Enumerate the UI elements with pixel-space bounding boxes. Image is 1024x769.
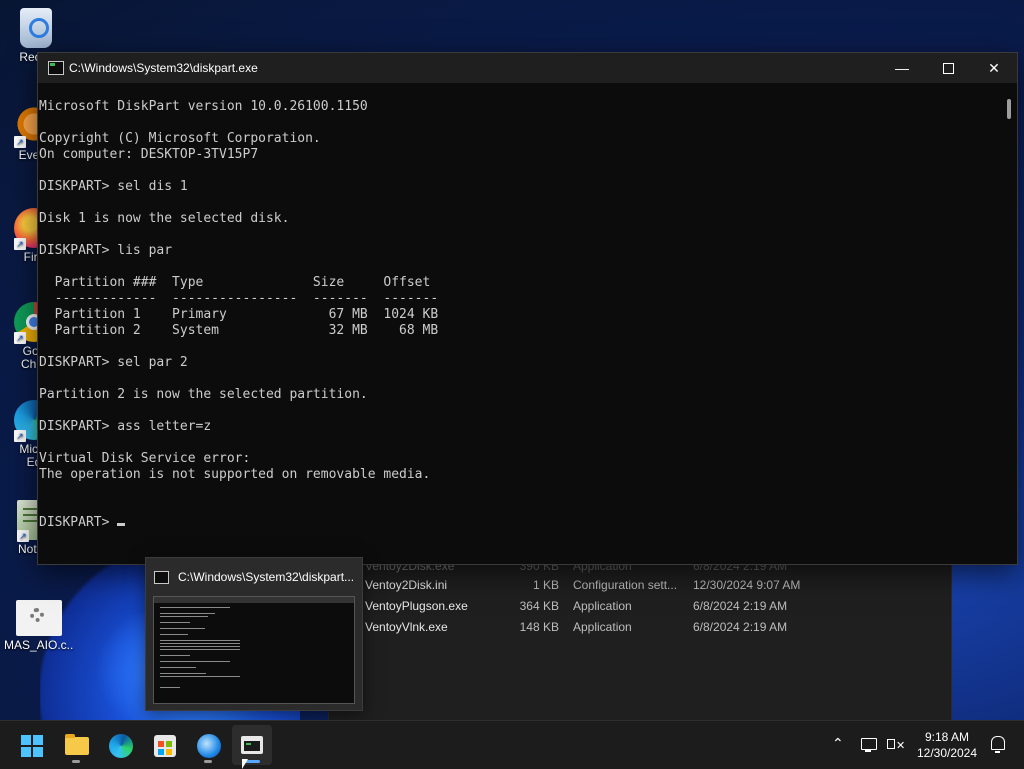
- file-size: 148 KB: [519, 620, 559, 634]
- console-line: Copyright (C) Microsoft Corporation.: [39, 131, 321, 146]
- minimize-icon: —: [895, 60, 909, 76]
- shortcut-arrow-icon: ↗: [14, 136, 26, 148]
- console-line: DISKPART> ass letter=z: [39, 419, 212, 434]
- file-date: 6/8/2024 2:19 AM: [693, 599, 788, 613]
- shortcut-arrow-icon: ↗: [17, 530, 29, 542]
- running-indicator: [204, 760, 212, 763]
- clock-time: 9:18 AM: [924, 730, 970, 744]
- console-line: DISKPART> sel dis 1: [39, 179, 188, 194]
- file-type: Configuration sett...: [573, 578, 678, 592]
- maximize-button[interactable]: [925, 53, 971, 83]
- text-cursor: [117, 523, 126, 526]
- console-line: Microsoft DiskPart version 10.0.26100.11…: [39, 99, 368, 114]
- preview-thumbnail: [153, 596, 355, 704]
- console-icon: [154, 571, 169, 584]
- file-explorer-icon: [65, 734, 89, 755]
- taskbar: ⌃ ✕ 9:18 AM 12/30/2024: [0, 720, 1024, 769]
- file-name: VentoyPlugson.exe: [365, 599, 468, 613]
- console-output[interactable]: Microsoft DiskPart version 10.0.26100.11…: [39, 99, 999, 531]
- network-button[interactable]: [858, 721, 880, 769]
- bell-icon: [991, 736, 1005, 750]
- file-name: VentoyVlnk.exe: [365, 620, 448, 634]
- shortcut-arrow-icon: ↗: [14, 332, 26, 344]
- taskbar-window-preview[interactable]: C:\Windows\System32\diskpart...: [145, 557, 363, 711]
- taskbar-file-explorer[interactable]: [56, 725, 96, 765]
- console-line: Partition 2 System 32 MB 68 MB: [39, 323, 439, 338]
- console-line: On computer: DESKTOP-3TV15P7: [39, 147, 259, 162]
- edge-icon: [109, 734, 133, 758]
- show-hidden-icons-button[interactable]: ⌃: [826, 721, 850, 769]
- console-line: ------------- ---------------- ------- -…: [39, 291, 439, 306]
- file-date: 12/30/2024 9:07 AM: [693, 578, 801, 592]
- console-line: DISKPART> lis par: [39, 243, 173, 258]
- network-icon: [861, 738, 877, 750]
- ie-icon: [197, 734, 221, 758]
- console-line: Partition ### Type Size Offset: [39, 275, 431, 290]
- chevron-up-icon: ⌃: [832, 735, 844, 751]
- file-explorer-window[interactable]: Ventoy2Disk.exe 390 KB Application 6/8/2…: [328, 555, 952, 722]
- taskbar-store[interactable]: [144, 725, 184, 765]
- console-line: Virtual Disk Service error:: [39, 451, 251, 466]
- start-button[interactable]: [12, 725, 52, 765]
- start-icon: [21, 735, 43, 757]
- desktop-icon-label: MAS_AIO.c...: [4, 639, 74, 652]
- taskbar-console[interactable]: [232, 725, 272, 765]
- file-row[interactable]: VentoyVlnk.exe 148 KB Application 6/8/20…: [329, 617, 829, 638]
- taskbar-edge[interactable]: [100, 725, 140, 765]
- running-indicator: [72, 760, 80, 763]
- file-date: 6/8/2024 2:19 AM: [693, 620, 788, 634]
- notifications-button[interactable]: [986, 721, 1010, 769]
- desktop-icon-mas-aio[interactable]: MAS_AIO.c...: [4, 600, 74, 652]
- maximize-icon: [942, 63, 954, 74]
- diskpart-console-window[interactable]: C:\Windows\System32\diskpart.exe — ✕ Mic…: [37, 52, 1018, 565]
- console-prompt: DISKPART>: [39, 515, 118, 530]
- file-row[interactable]: VentoyPlugson.exe 364 KB Application 6/8…: [329, 596, 829, 617]
- preview-title: C:\Windows\System32\diskpart...: [178, 570, 355, 584]
- shortcut-arrow-icon: ↗: [14, 238, 26, 250]
- volume-muted-icon: [887, 739, 895, 749]
- scrollbar-thumb[interactable]: [1007, 99, 1011, 119]
- console-line: Partition 1 Primary 67 MB 1024 KB: [39, 307, 439, 322]
- console-line: Disk 1 is now the selected disk.: [39, 211, 290, 226]
- clock[interactable]: 9:18 AM 12/30/2024: [912, 729, 982, 761]
- close-button[interactable]: ✕: [971, 53, 1017, 83]
- file-type: Application: [573, 599, 632, 613]
- close-icon: ✕: [988, 60, 1000, 76]
- title-bar[interactable]: C:\Windows\System32\diskpart.exe — ✕: [38, 53, 1017, 83]
- window-title: C:\Windows\System32\diskpart.exe: [69, 61, 258, 75]
- file-type: Application: [573, 620, 632, 634]
- store-icon: [154, 735, 176, 757]
- taskbar-ie[interactable]: [188, 725, 228, 765]
- console-line: DISKPART> sel par 2: [39, 355, 188, 370]
- shortcut-arrow-icon: ↗: [14, 430, 26, 442]
- settings-file-icon: [16, 600, 62, 636]
- recycle-bin-icon: [20, 8, 52, 48]
- console-line: The operation is not supported on remova…: [39, 467, 431, 482]
- console-line: Partition 2 is now the selected partitio…: [39, 387, 368, 402]
- minimize-button[interactable]: —: [879, 53, 925, 83]
- console-icon: [241, 736, 263, 754]
- volume-button[interactable]: ✕: [884, 721, 906, 769]
- console-icon: [48, 61, 64, 75]
- file-size: 1 KB: [532, 578, 559, 592]
- file-size: 364 KB: [519, 599, 559, 613]
- file-row[interactable]: Ventoy2Disk.ini 1 KB Configuration sett.…: [329, 575, 829, 596]
- clock-date: 12/30/2024: [916, 746, 978, 760]
- file-name: Ventoy2Disk.ini: [365, 578, 448, 592]
